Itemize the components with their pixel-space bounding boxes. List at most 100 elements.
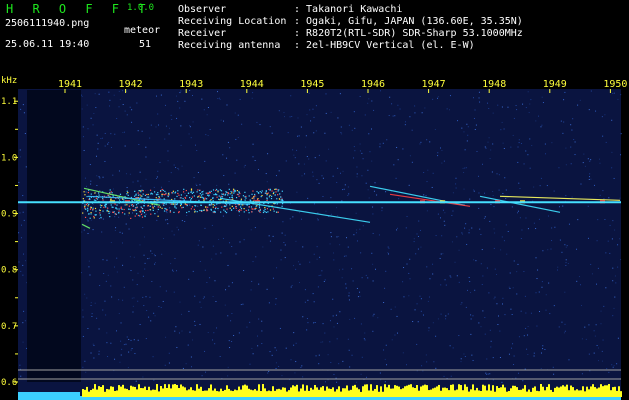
- noise-dot: [432, 322, 434, 324]
- noise-dot: [408, 295, 410, 297]
- noise-dot: [352, 280, 354, 282]
- noise-dot: [312, 171, 314, 173]
- noise-dot: [428, 330, 430, 332]
- noise-dot: [388, 253, 390, 255]
- noise-dot: [513, 117, 515, 119]
- strength-bar: [588, 389, 590, 397]
- noise-dot: [275, 303, 277, 305]
- noise-dot: [315, 105, 317, 107]
- noise-dot: [192, 270, 194, 272]
- noise-dot: [402, 352, 404, 354]
- noise-dot: [606, 368, 608, 370]
- noise-dot: [538, 291, 540, 293]
- strength-bar: [132, 386, 134, 397]
- noise-dot: [428, 327, 430, 329]
- noise-dot: [472, 315, 474, 317]
- noise-dot: [380, 379, 382, 381]
- noise-dot: [102, 176, 104, 178]
- strength-bar: [494, 391, 496, 397]
- noise-dot: [251, 347, 253, 349]
- noise-dot: [371, 252, 373, 254]
- echo-dot: [172, 203, 175, 205]
- noise-dot: [470, 292, 472, 294]
- echo-dot: [162, 193, 164, 195]
- noise-dot: [120, 354, 122, 356]
- echo-dot: [105, 206, 107, 208]
- noise-dot: [282, 221, 284, 223]
- noise-dot: [472, 359, 474, 361]
- noise-dot: [487, 373, 489, 375]
- noise-dot: [464, 149, 466, 151]
- noise-dot: [356, 229, 358, 231]
- strength-bar: [262, 384, 264, 397]
- echo-dot: [171, 192, 173, 194]
- noise-dot: [98, 353, 100, 355]
- noise-dot: [530, 99, 532, 101]
- noise-dot: [159, 286, 161, 288]
- strength-bar: [260, 391, 262, 397]
- noise-dot: [125, 90, 127, 92]
- strength-bar: [294, 386, 296, 397]
- noise-dot: [22, 104, 24, 106]
- noise-dot: [149, 137, 151, 139]
- noise-dot: [110, 133, 112, 135]
- noise-dot: [199, 261, 201, 263]
- noise-dot: [133, 297, 135, 299]
- echo-dot: [277, 194, 279, 196]
- noise-dot: [249, 310, 251, 312]
- noise-dot: [460, 303, 462, 305]
- noise-dot: [347, 338, 349, 340]
- noise-dot: [103, 272, 105, 274]
- noise-dot: [341, 200, 343, 202]
- echo-dot: [196, 191, 198, 193]
- noise-dot: [83, 229, 85, 231]
- strength-bar: [518, 389, 520, 397]
- echo-dot: [95, 199, 97, 202]
- noise-dot: [359, 291, 361, 293]
- noise-dot: [236, 210, 238, 212]
- noise-dot: [594, 335, 596, 337]
- noise-dot: [234, 172, 236, 174]
- noise-dot: [110, 342, 112, 344]
- noise-dot: [212, 339, 214, 341]
- noise-dot: [124, 145, 126, 147]
- strength-bar: [444, 387, 446, 397]
- x-tick-label: 1943: [179, 79, 203, 90]
- noise-dot: [440, 253, 442, 255]
- echo-dot: [206, 192, 208, 194]
- noise-dot: [269, 351, 271, 353]
- noise-dot: [314, 157, 316, 159]
- noise-dot: [517, 161, 519, 163]
- echo-dot: [193, 208, 195, 211]
- strength-bar: [536, 390, 538, 397]
- noise-dot: [372, 206, 374, 208]
- data-gap: [27, 90, 81, 382]
- noise-dot: [116, 257, 118, 259]
- noise-dot: [439, 257, 441, 259]
- noise-dot: [134, 210, 136, 212]
- noise-dot: [468, 229, 470, 231]
- noise-dot: [269, 126, 271, 128]
- echo-dot: [201, 191, 203, 193]
- strength-bar: [408, 384, 410, 397]
- noise-dot: [620, 94, 622, 96]
- noise-dot: [463, 171, 465, 173]
- noise-dot: [420, 298, 422, 300]
- noise-dot: [248, 218, 250, 220]
- echo-dot: [191, 196, 194, 198]
- strength-bar: [148, 386, 150, 397]
- echo-dot: [133, 195, 136, 197]
- strength-bar: [328, 388, 330, 397]
- echo-dot: [239, 206, 242, 208]
- strength-bar: [412, 387, 414, 397]
- echo-dot: [235, 207, 237, 209]
- echo-dot: [104, 203, 106, 205]
- noise-dot: [122, 242, 124, 244]
- noise-dot: [227, 210, 229, 212]
- strength-bar: [332, 387, 334, 397]
- strength-bar: [584, 391, 586, 397]
- noise-dot: [425, 354, 427, 356]
- echo-dot: [218, 195, 220, 197]
- strength-bar: [514, 385, 516, 397]
- strength-bar: [306, 385, 308, 397]
